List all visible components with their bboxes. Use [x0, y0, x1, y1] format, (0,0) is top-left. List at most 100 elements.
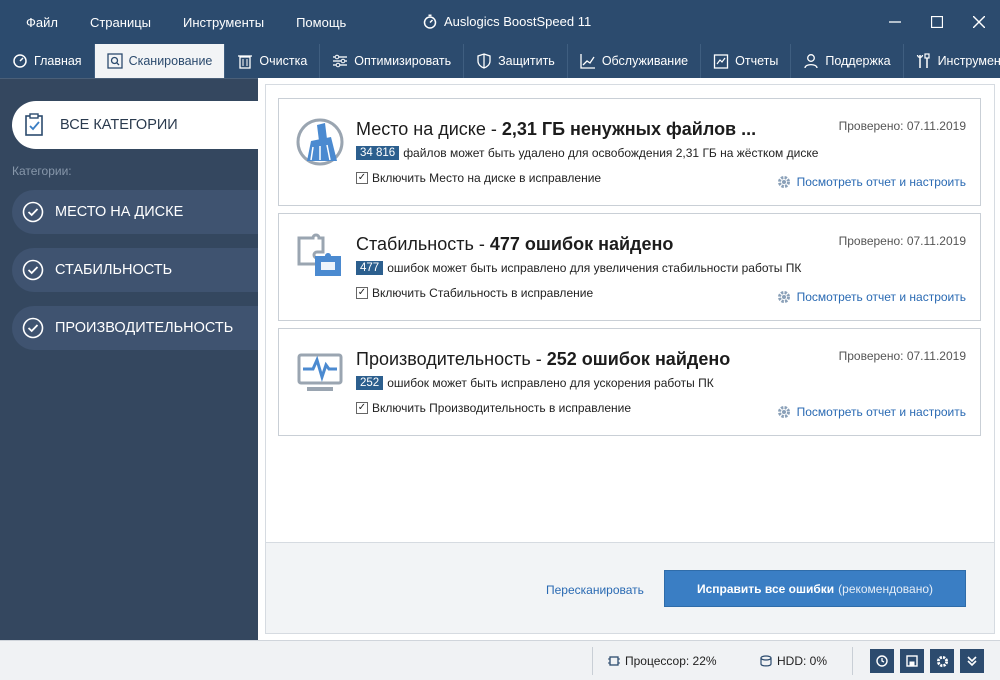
include-checkbox[interactable]: ✓ Включить Стабильность в исправление	[356, 286, 593, 300]
view-report-link[interactable]: Посмотреть отчет и настроить	[777, 405, 966, 419]
schedule-button[interactable]	[870, 649, 894, 673]
sliders-icon	[333, 54, 348, 68]
clipboard-check-icon	[25, 113, 43, 136]
minimize-button[interactable]	[874, 0, 916, 44]
sidebar-item-label: СТАБИЛЬНОСТЬ	[55, 262, 173, 278]
puzzle-icon	[295, 232, 345, 282]
checkbox-checked[interactable]: ✓	[356, 402, 368, 414]
card-checked-date: Проверено: 07.11.2019	[838, 119, 966, 133]
result-card-stability: Стабильность - 477 ошибок найдено Провер…	[278, 213, 981, 321]
settings-button[interactable]	[930, 649, 954, 673]
tab-label: Инструменты	[937, 54, 1000, 68]
sidebar-item-stability[interactable]: СТАБИЛЬНОСТЬ	[12, 248, 258, 292]
sidebar-all-label: ВСЕ КАТЕГОРИИ	[60, 117, 178, 133]
tab-label: Главная	[34, 54, 82, 68]
tab-label: Поддержка	[825, 54, 891, 68]
card-description: 477 ошибок может быть исправлено для увел…	[356, 261, 801, 275]
tab-protect[interactable]: Защитить	[464, 44, 568, 78]
save-icon	[906, 655, 918, 667]
shield-icon	[477, 53, 491, 69]
sidebar: ВСЕ КАТЕГОРИИ Категории: МЕСТО НА ДИСКЕ …	[0, 78, 258, 640]
card-checked-date: Проверено: 07.11.2019	[838, 234, 966, 248]
status-divider	[592, 647, 593, 675]
gear-icon	[936, 655, 948, 667]
title-bar: Файл Страницы Инструменты Помощь Auslogi…	[0, 0, 1000, 44]
sidebar-item-all-categories[interactable]: ВСЕ КАТЕГОРИИ	[12, 101, 258, 149]
result-card-disk-space: Место на диске - 2,31 ГБ ненужных файлов…	[278, 98, 981, 206]
card-description: 34 816 файлов может быть удалено для осво…	[356, 146, 818, 160]
tab-scan[interactable]: Сканирование	[94, 44, 226, 78]
maintenance-icon	[580, 54, 595, 69]
maximize-icon	[931, 16, 943, 28]
card-checked-date: Проверено: 07.11.2019	[838, 349, 966, 363]
include-checkbox[interactable]: ✓ Включить Место на диске в исправление	[356, 171, 601, 185]
gear-icon	[777, 291, 790, 303]
check-circle-icon	[22, 201, 44, 223]
status-divider	[852, 647, 853, 675]
tab-label: Оптимизировать	[354, 54, 452, 68]
tab-reports[interactable]: Отчеты	[701, 44, 792, 78]
check-circle-icon	[22, 317, 44, 339]
view-report-link[interactable]: Посмотреть отчет и настроить	[777, 175, 966, 189]
tab-optimize[interactable]: Оптимизировать	[320, 44, 465, 78]
action-footer: Пересканировать Исправить все ошибки (ре…	[266, 542, 994, 633]
gear-icon	[777, 176, 790, 188]
chevron-double-down-icon	[967, 656, 977, 667]
tab-clean[interactable]: Очистка	[225, 44, 321, 78]
tools-icon	[916, 53, 930, 68]
tab-home[interactable]: Главная	[0, 44, 95, 78]
result-card-performance: Производительность - 252 ошибок найдено …	[278, 328, 981, 436]
card-title: Место на диске - 2,31 ГБ ненужных файлов…	[356, 119, 757, 139]
include-checkbox[interactable]: ✓ Включить Производительность в исправлен…	[356, 401, 631, 415]
tab-tools[interactable]: Инструменты	[904, 44, 1000, 78]
tab-maintenance[interactable]: Обслуживание	[568, 44, 702, 78]
count-badge: 477	[356, 261, 384, 275]
view-report-link[interactable]: Посмотреть отчет и настроить	[777, 290, 966, 304]
menu-file[interactable]: Файл	[26, 15, 58, 30]
fix-all-button[interactable]: Исправить все ошибки (рекомендовано)	[664, 570, 966, 607]
trash-icon	[238, 55, 253, 69]
scan-icon	[106, 53, 123, 69]
menu-bar: Файл Страницы Инструменты Помощь	[26, 15, 378, 30]
sidebar-item-disk-space[interactable]: МЕСТО НА ДИСКЕ	[12, 190, 258, 234]
fix-all-recommended: (рекомендовано)	[838, 581, 933, 596]
menu-help[interactable]: Помощь	[296, 15, 346, 30]
home-icon	[13, 54, 27, 68]
broom-icon	[295, 117, 345, 167]
card-title: Производительность - 252 ошибок найдено	[356, 349, 731, 369]
tab-label: Сканирование	[128, 54, 213, 68]
hdd-icon	[760, 655, 772, 667]
fix-all-label: Исправить все ошибки	[697, 581, 835, 596]
categories-label: Категории:	[12, 164, 72, 178]
expand-button[interactable]	[960, 649, 984, 673]
window-controls	[874, 0, 1000, 44]
app-title: Auslogics BoostSpeed 11	[423, 14, 591, 29]
checkbox-checked[interactable]: ✓	[356, 287, 368, 299]
scan-results-panel: Место на диске - 2,31 ГБ ненужных файлов…	[265, 84, 995, 634]
menu-tools[interactable]: Инструменты	[183, 15, 264, 30]
minimize-icon	[889, 21, 901, 23]
maximize-button[interactable]	[916, 0, 958, 44]
tab-label: Отчеты	[735, 54, 779, 68]
checkbox-checked[interactable]: ✓	[356, 172, 368, 184]
app-title-text: Auslogics BoostSpeed 11	[444, 14, 592, 29]
stopwatch-icon	[423, 14, 437, 29]
count-badge: 34 816	[356, 146, 400, 160]
card-description: 252 ошибок может быть исправлено для уско…	[356, 376, 714, 390]
person-icon	[804, 54, 818, 69]
report-icon	[713, 54, 729, 69]
tab-label: Защитить	[498, 54, 555, 68]
tab-label: Обслуживание	[601, 54, 689, 68]
save-button[interactable]	[900, 649, 924, 673]
nav-tabs: Главная Сканирование Очистка Оптимизиров…	[0, 44, 1000, 78]
rescan-link[interactable]: Пересканировать	[546, 583, 644, 597]
close-button[interactable]	[958, 0, 1000, 44]
menu-pages[interactable]: Страницы	[90, 15, 151, 30]
sidebar-item-label: ПРОИЗВОДИТЕЛЬНОСТЬ	[55, 320, 234, 336]
sidebar-item-performance[interactable]: ПРОИЗВОДИТЕЛЬНОСТЬ	[12, 306, 258, 350]
count-badge: 252	[356, 376, 384, 390]
tab-support[interactable]: Поддержка	[791, 44, 904, 78]
close-icon	[973, 16, 985, 28]
cpu-status: Процессор: 22%	[608, 654, 717, 668]
gear-icon	[777, 406, 790, 418]
